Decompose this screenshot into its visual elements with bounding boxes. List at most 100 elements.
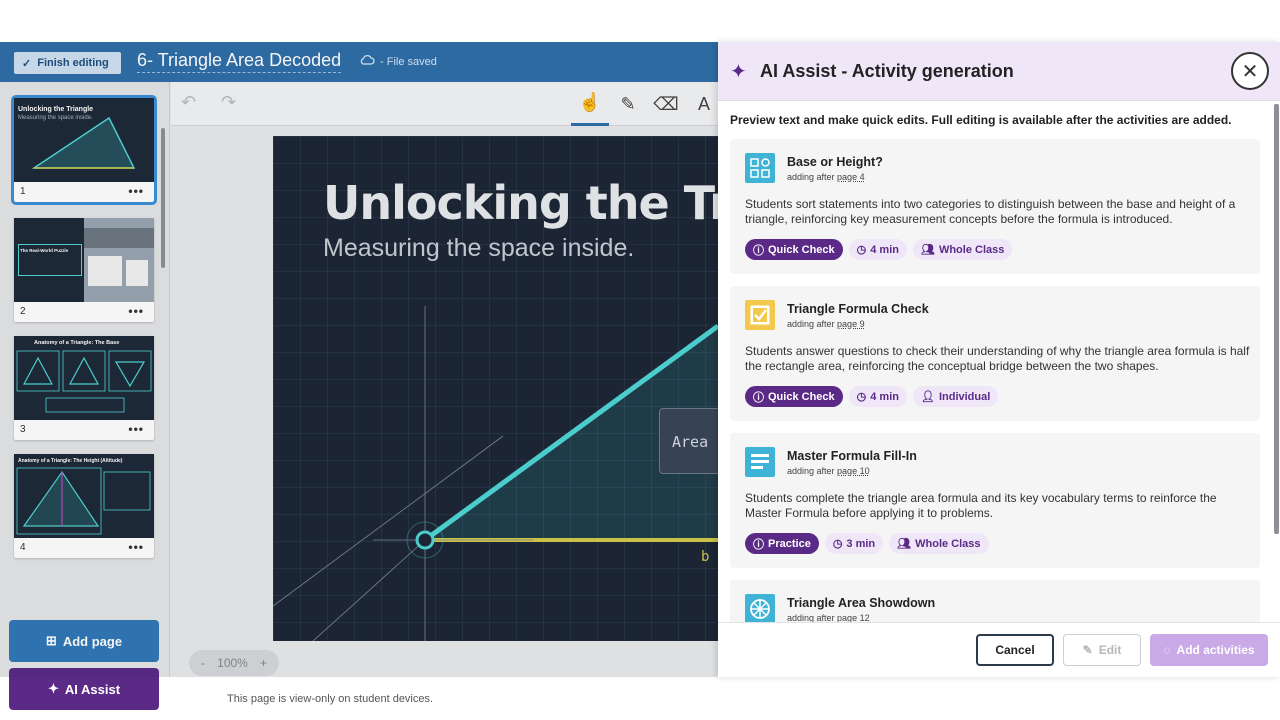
info-icon: ⓘ [753, 244, 764, 257]
page-thumbnail[interactable]: The Real-World Puzzle 2 ••• [14, 218, 154, 322]
save-status: - File saved [359, 54, 437, 69]
fill-in-icon [745, 447, 775, 477]
activity-position: adding after page 12 [787, 613, 870, 622]
pencil-icon: ✎ [1082, 643, 1093, 657]
finish-editing-label: Finish editing [37, 57, 109, 69]
page-thumbnail[interactable]: Anatomy of a Triangle: The Base 3 ••• [14, 336, 154, 440]
edit-label: Edit [1098, 643, 1122, 657]
add-activities-button[interactable]: ◌ Add activities [1150, 634, 1268, 666]
activity-description[interactable]: Students answer questions to check their… [745, 344, 1250, 374]
more-options-icon[interactable]: ••• [128, 540, 144, 554]
zoom-in-button[interactable]: + [260, 656, 267, 670]
page-thumbnail[interactable]: Unlocking the Triangle Measuring the spa… [11, 95, 157, 205]
page-link[interactable]: page 10 [837, 466, 870, 476]
activity-position: adding after page 9 [787, 319, 865, 329]
slide-title: Unlocking the Triangle [323, 176, 718, 230]
activity-type-badge: ⓘ Quick Check [745, 386, 843, 407]
clock-icon: ◷ [856, 391, 867, 403]
view-only-note: This page is view-only on student device… [227, 693, 434, 705]
slide-subtitle: Measuring the space inside. [323, 234, 635, 262]
person-icon: 👤︎ [920, 391, 935, 403]
activity-tags: ⓘ Quick Check ◷ 4 min 👥︎ Whole Class [745, 239, 1013, 260]
grouping-badge: 👥︎ Whole Class [912, 239, 1013, 260]
undo-icon[interactable]: ↶ [181, 92, 196, 113]
activity-title: Triangle Area Showdown [787, 596, 936, 610]
activity-type-badge: ⓘ Quick Check [745, 239, 843, 260]
activity-description[interactable]: Students sort statements into two catego… [745, 197, 1250, 227]
page-number: 2 [20, 306, 26, 317]
activity-position: adding after page 4 [787, 172, 865, 182]
ai-assist-panel: ✦ AI Assist - Activity generation ✕ Prev… [718, 42, 1280, 677]
panel-title: AI Assist - Activity generation [760, 61, 1014, 81]
more-options-icon[interactable]: ••• [128, 422, 144, 436]
check-icon: ✓ [22, 57, 32, 70]
page-number: 4 [20, 542, 26, 553]
document-title[interactable]: 6- Triangle Area Decoded [137, 50, 342, 73]
info-icon: ⓘ [753, 538, 764, 551]
eraser-tool-icon[interactable]: ⌫ [647, 82, 685, 126]
panel-scrollbar[interactable] [1274, 104, 1279, 534]
sidebar-scrollbar[interactable] [161, 128, 165, 268]
finish-editing-button[interactable]: ✓ Finish editing [14, 52, 121, 74]
page-thumbnail[interactable]: Anatomy of a Triangle: The Height (Altit… [14, 454, 154, 558]
top-bar: ✓ Finish editing 6- Triangle Area Decode… [0, 42, 718, 82]
app-window: ✓ Finish editing 6- Triangle Area Decode… [0, 42, 1280, 710]
page-link[interactable]: page 4 [837, 172, 865, 182]
slide[interactable]: Unlocking the Triangle Measuring the spa… [273, 136, 718, 641]
activity-description[interactable]: Students complete the triangle area form… [745, 491, 1250, 521]
ai-assist-label: AI Assist [64, 681, 121, 697]
page-link[interactable]: page 9 [837, 319, 865, 329]
redo-icon[interactable]: ↷ [221, 92, 236, 113]
page-number: 3 [20, 424, 26, 435]
edit-button[interactable]: ✎ Edit [1063, 634, 1141, 666]
cancel-button[interactable]: Cancel [976, 634, 1054, 666]
triangle-graphic [16, 467, 151, 535]
panel-header: ✦ AI Assist - Activity generation ✕ [718, 42, 1280, 101]
activity-title: Base or Height? [787, 155, 883, 169]
pen-tool-icon[interactable]: ✎ [609, 82, 647, 126]
duration-badge: ◷ 4 min [848, 239, 907, 260]
text-box [18, 244, 82, 276]
base-label: b [701, 549, 710, 565]
activity-tags: ⓘ Quick Check ◷ 4 min 👤︎ Individual [745, 386, 999, 407]
page-link[interactable]: page 12 [837, 613, 870, 622]
house-photo [84, 218, 154, 302]
group-icon: 👥︎ [920, 244, 935, 256]
add-page-icon: ⊞ [45, 633, 57, 648]
more-options-icon[interactable]: ••• [128, 304, 144, 318]
clock-icon: ◷ [832, 538, 843, 550]
close-button[interactable]: ✕ [1231, 52, 1269, 90]
page-sidebar: Unlocking the Triangle Measuring the spa… [0, 82, 170, 710]
loading-spinner-icon: ◌ [1163, 643, 1171, 657]
page-number: 1 [20, 186, 26, 197]
thumbnail-image: The Real-World Puzzle [14, 218, 154, 302]
group-icon: 👥︎ [897, 538, 912, 550]
zoom-out-button[interactable]: - [201, 656, 205, 670]
activity-tags: ⓘ Practice ◷ 3 min 👥︎ Whole Class [745, 533, 989, 554]
pointer-tool-icon[interactable]: ☝ [571, 82, 609, 126]
activity-type-badge: ⓘ Practice [745, 533, 819, 554]
thumbnail-image: Unlocking the Triangle Measuring the spa… [14, 98, 154, 182]
add-page-label: Add page [62, 633, 123, 649]
thumbnail-image: Anatomy of a Triangle: The Height (Altit… [14, 454, 154, 538]
cloud-icon [359, 54, 375, 69]
editor-toolbar: ↶ ↷ ☝ ✎ ⌫ A [171, 82, 718, 126]
duration-badge: ◷ 4 min [848, 386, 907, 407]
slide-canvas: Unlocking the Triangle Measuring the spa… [171, 126, 718, 705]
activity-card[interactable]: Master Formula Fill-In adding after page… [730, 433, 1260, 568]
close-icon: ✕ [1241, 60, 1259, 83]
activity-card[interactable]: Triangle Area Showdown adding after page… [730, 580, 1260, 622]
info-icon: ⓘ [753, 391, 764, 404]
ai-assist-button[interactable]: ✦ AI Assist [9, 668, 159, 710]
more-options-icon[interactable]: ••• [128, 184, 144, 198]
add-page-button[interactable]: ⊞ Add page [9, 620, 159, 662]
activity-card[interactable]: Triangle Formula Check adding after page… [730, 286, 1260, 421]
panel-intro: Preview text and make quick edits. Full … [730, 113, 1232, 127]
activity-position: adding after page 10 [787, 466, 870, 476]
activity-title: Triangle Formula Check [787, 302, 929, 316]
grouping-badge: 👥︎ Whole Class [889, 533, 989, 554]
sparkle-icon: ✦ [47, 681, 59, 696]
area-label: Area [672, 433, 709, 451]
activity-card[interactable]: Base or Height? adding after page 4 Stud… [730, 139, 1260, 274]
clock-icon: ◷ [856, 244, 867, 256]
